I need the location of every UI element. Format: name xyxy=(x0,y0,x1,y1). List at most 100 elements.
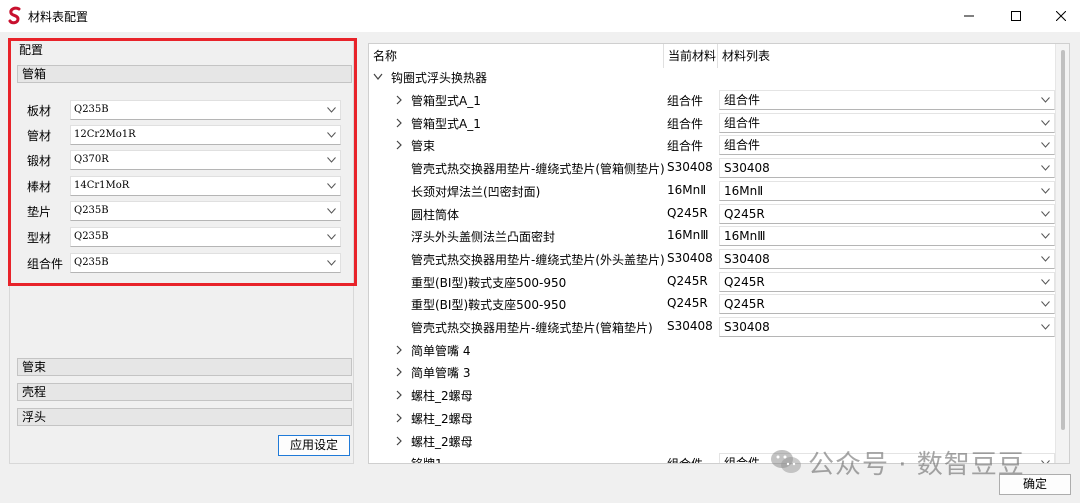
tree-item-label: 简单管嘴 3 xyxy=(411,366,471,381)
chevron-down-icon xyxy=(1041,142,1050,149)
tree-row[interactable]: 管壳式热交换器用垫片-缠绕式垫片(管箱侧垫片) S30408 S30408 xyxy=(369,157,1055,179)
chevron-right-icon[interactable] xyxy=(395,390,403,400)
chevron-down-icon xyxy=(1041,97,1050,103)
material-list-select[interactable]: S30408 xyxy=(719,248,1055,269)
tree-item-label: 浮头外头盖侧法兰凸面密封 xyxy=(411,230,556,245)
chevron-right-icon[interactable] xyxy=(395,140,403,150)
tree-row[interactable]: 浮头外头盖侧法兰凸面密封 16MnⅢ 16MnⅢ xyxy=(369,225,1055,247)
chevron-down-icon xyxy=(1041,210,1050,217)
material-list-select[interactable]: S30408 xyxy=(719,158,1055,179)
tree-item-label: 重型(BⅠ型)鞍式支座500-950 xyxy=(411,298,567,313)
column-header-current[interactable]: 当前材料 xyxy=(664,44,716,68)
maximize-icon xyxy=(1011,11,1021,21)
material-list-value: 组合件 xyxy=(724,456,761,464)
tree-row[interactable]: 长颈对焊法兰(凹密封面) 16MnⅡ 16MnⅡ xyxy=(369,180,1055,202)
watermark-text: 公众号 · 数智豆豆 xyxy=(808,449,1025,480)
section-kecheng[interactable]: 壳程 xyxy=(17,383,352,401)
current-material: Q245R xyxy=(667,296,708,311)
tree-item-label: 管箱型式A_1 xyxy=(411,94,481,108)
tree-item-label: 重型(BⅠ型)鞍式支座500-950 xyxy=(411,275,567,290)
material-list-select[interactable]: 组合件 xyxy=(719,90,1055,110)
tree-row[interactable]: 管壳式热交换器用垫片-缠绕式垫片(管箱垫片) S30408 S30408 xyxy=(369,316,1055,338)
chevron-right-icon[interactable] xyxy=(395,118,403,128)
tree-row[interactable]: 螺柱_2螺母 xyxy=(369,384,1055,406)
chevron-right-icon[interactable] xyxy=(395,367,403,377)
tree-item-label: 螺柱_2螺母 xyxy=(411,434,473,449)
section-futou[interactable]: 浮头 xyxy=(17,408,352,426)
minimize-button[interactable] xyxy=(946,0,992,32)
tree-item-label: 圆柱筒体 xyxy=(411,207,460,222)
tree-item-label: 管束 xyxy=(411,139,436,154)
chevron-down-icon xyxy=(1041,278,1050,285)
current-material: Q245R xyxy=(667,273,708,288)
material-list-select[interactable]: 16MnⅡ xyxy=(719,180,1055,201)
tree-row[interactable]: 简单管嘴 3 xyxy=(369,361,1055,383)
current-material: S30408 xyxy=(667,319,713,333)
current-material: 组合件 xyxy=(667,139,704,154)
chevron-down-icon xyxy=(1041,301,1050,308)
current-material: S30408 xyxy=(667,160,713,175)
chevron-right-icon[interactable] xyxy=(395,345,403,355)
material-list-value: 组合件 xyxy=(724,115,761,130)
material-list-value: S30408 xyxy=(724,251,770,266)
chevron-right-icon[interactable] xyxy=(395,436,403,446)
title-bar[interactable]: 材料表配置 xyxy=(0,0,1080,32)
tree-item-label: 管箱型式A_1 xyxy=(411,116,481,131)
material-list-select[interactable]: Q245R xyxy=(719,294,1055,315)
material-list-value: 组合件 xyxy=(724,138,761,153)
chevron-down-icon xyxy=(1041,256,1050,262)
tree-item-label: 长颈对焊法兰(凹密封面) xyxy=(411,184,541,199)
apply-settings-button[interactable]: 应用设定 xyxy=(278,435,350,456)
tree-row[interactable]: 管箱型式A_1 组合件 组合件 xyxy=(369,89,1055,111)
chevron-down-icon[interactable] xyxy=(373,73,383,81)
highlight-box xyxy=(8,38,357,286)
current-material: 16MnⅢ xyxy=(667,228,709,243)
section-guanshu[interactable]: 管束 xyxy=(17,358,352,376)
material-list-select[interactable]: 组合件 xyxy=(719,135,1055,156)
material-list-select[interactable]: Q245R xyxy=(719,271,1055,292)
tree-row[interactable]: 重型(BⅠ型)鞍式支座500-950 Q245R Q245R xyxy=(369,293,1055,315)
close-button[interactable] xyxy=(1038,0,1080,32)
column-header-name[interactable]: 名称 xyxy=(369,44,663,68)
tree-item-label: 铭牌1 xyxy=(411,455,443,463)
watermark: 公众号 · 数智豆豆 xyxy=(770,440,1060,484)
material-list-value: Q245R xyxy=(724,274,765,289)
tree-item-label: 管壳式热交换器用垫片-缠绕式垫片(管箱垫片) xyxy=(411,321,653,335)
chevron-right-icon[interactable] xyxy=(395,413,403,423)
window-title: 材料表配置 xyxy=(28,10,89,24)
tree-item-label: 螺柱_2螺母 xyxy=(411,411,473,426)
chevron-down-icon xyxy=(1041,324,1050,330)
maximize-button[interactable] xyxy=(993,0,1039,32)
material-list-value: Q245R xyxy=(724,297,765,312)
tree-row[interactable]: 重型(BⅠ型)鞍式支座500-950 Q245R Q245R xyxy=(369,271,1055,293)
current-material: 16MnⅡ xyxy=(667,182,707,197)
material-list-select[interactable]: Q245R xyxy=(719,203,1055,224)
material-list-select[interactable]: 组合件 xyxy=(719,112,1055,133)
vertical-scrollbar[interactable] xyxy=(1055,44,1069,463)
tree-root-label: 钩圈式浮头换热器 xyxy=(391,71,488,85)
material-list-select[interactable]: S30408 xyxy=(719,317,1055,337)
material-list-select[interactable]: 16MnⅢ xyxy=(719,226,1055,247)
tree-root-row[interactable]: 钩圈式浮头换热器 xyxy=(369,66,1055,88)
chevron-right-icon[interactable] xyxy=(395,95,403,105)
tree-row[interactable]: 螺柱_2螺母 xyxy=(369,407,1055,429)
tree-row[interactable]: 圆柱筒体 Q245R Q245R xyxy=(369,203,1055,225)
current-material: Q245R xyxy=(667,205,708,220)
tree-item-label: 管壳式热交换器用垫片-缠绕式垫片(外头盖垫片) xyxy=(411,252,665,267)
scrollbar-thumb[interactable] xyxy=(1061,50,1065,430)
current-material: 组合件 xyxy=(667,116,704,131)
tree-item-label: 螺柱_2螺母 xyxy=(411,389,473,404)
tree-row[interactable]: 管束 组合件 组合件 xyxy=(369,134,1055,156)
material-list-value: 组合件 xyxy=(724,93,761,107)
tree-row[interactable]: 简单管嘴 4 xyxy=(369,339,1055,361)
column-header-list[interactable]: 材料列表 xyxy=(718,44,1055,68)
chevron-down-icon xyxy=(1041,187,1050,194)
tree-row[interactable]: 管箱型式A_1 组合件 组合件 xyxy=(369,112,1055,134)
material-tree-panel: 名称 当前材料 材料列表 钩圈式浮头换热器 管箱型式A_1 组合件 组合件 管箱型式A… xyxy=(368,43,1070,464)
minimize-icon xyxy=(964,15,974,17)
tree-row[interactable]: 管壳式热交换器用垫片-缠绕式垫片(外头盖垫片) S30408 S30408 xyxy=(369,248,1055,270)
wechat-icon xyxy=(771,450,801,473)
current-material: S30408 xyxy=(667,250,713,265)
tree-item-label: 管壳式热交换器用垫片-缠绕式垫片(管箱侧垫片) xyxy=(411,162,665,177)
material-list-value: S30408 xyxy=(724,161,770,176)
